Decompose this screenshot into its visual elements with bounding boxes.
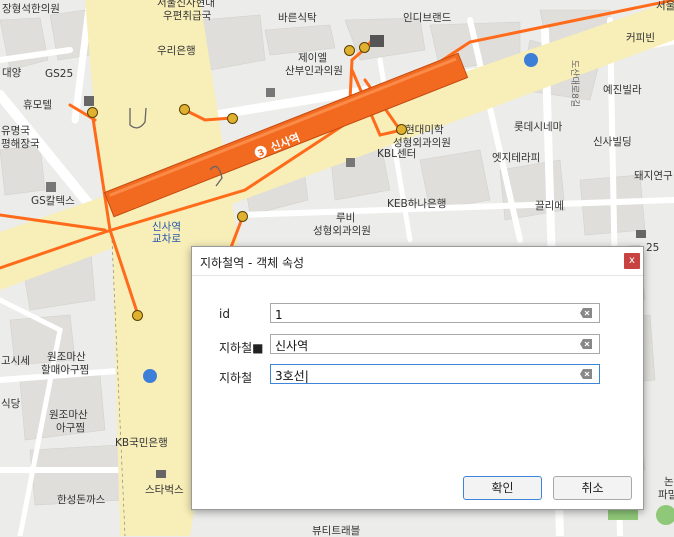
map-label: 바른식탁	[278, 12, 317, 24]
map-label: 25	[646, 242, 660, 254]
map-label: 현대미학	[405, 124, 444, 136]
map-label: 우리은행	[157, 45, 196, 57]
map-label: 제이엘	[298, 52, 327, 64]
map-label: 평해장국	[1, 138, 40, 150]
clear-icon[interactable]	[580, 308, 592, 318]
map-label-intersection: 교차로	[152, 233, 181, 245]
map-label: 커피빈	[626, 32, 655, 44]
map-label: 롯데시네마	[514, 121, 563, 133]
map-label: 서울신사현대	[157, 0, 215, 9]
map-label: 루비	[336, 212, 356, 224]
map-label: GS25	[45, 68, 74, 80]
map-label: 예진빌라	[603, 84, 642, 96]
vertex-node[interactable]	[179, 104, 190, 115]
clear-icon[interactable]	[580, 369, 592, 379]
line-input[interactable]	[271, 366, 575, 385]
map-label-intersection: 신사역	[152, 221, 181, 233]
map-label: KEB하나은행	[387, 198, 447, 210]
map-label: 우편취급국	[163, 10, 212, 22]
field-label-line: 지하철	[219, 371, 253, 385]
map-label: 스타벅스	[145, 484, 184, 496]
map-label: 돼지연구	[634, 170, 673, 182]
map-label: GS칼텍스	[31, 195, 75, 207]
map-label: 파밀	[658, 489, 674, 501]
vertex-node[interactable]	[237, 211, 248, 222]
dialog-title-bar[interactable]: 지하철역 - 객체 속성 x	[192, 247, 643, 276]
road-label: 도산대로8길	[569, 60, 580, 107]
map-label: 신사빌딩	[593, 136, 632, 148]
map-label: 휴모텔	[23, 99, 52, 111]
map-label: 논	[664, 476, 674, 488]
map-label: 뷰티트래블	[312, 525, 361, 537]
vertex-node[interactable]	[359, 42, 370, 53]
map-label: 대양	[2, 67, 22, 79]
map-label: 유명국	[1, 125, 30, 137]
clear-icon[interactable]	[580, 339, 592, 349]
dialog-title: 지하철역 - 객체 속성	[200, 256, 305, 270]
map-label: 인디브랜드	[403, 12, 452, 24]
cancel-button[interactable]: 취소	[553, 476, 632, 500]
vertex-node[interactable]	[132, 310, 143, 321]
map-label: 고시세	[1, 355, 30, 367]
map-label: 성형외과의원	[313, 225, 371, 237]
map-label: 할매아구찜	[41, 364, 90, 376]
map-label: 한성돈까스	[57, 494, 106, 506]
map-label: 산부인과의원	[285, 65, 343, 77]
map-label: 서울	[656, 0, 674, 12]
map-label: 식당	[1, 398, 21, 410]
map-label: KBL센터	[377, 148, 417, 160]
id-input[interactable]	[271, 306, 575, 324]
station-name-field[interactable]	[270, 334, 600, 355]
map-label: 장형석한의원	[2, 3, 60, 15]
station-name-input[interactable]	[271, 336, 575, 355]
map-label: 아구찜	[56, 422, 85, 434]
vertex-node[interactable]	[87, 107, 98, 118]
vertex-node[interactable]	[396, 124, 407, 135]
field-label-id: id	[219, 307, 230, 321]
map-label: 원조마산	[47, 351, 86, 363]
map-label: KB국민은행	[115, 437, 168, 449]
object-properties-dialog: 지하철역 - 객체 속성 x id 지하철■ 지하철 확인 취소	[191, 246, 644, 510]
close-button[interactable]: x	[624, 253, 640, 269]
map-label: 엣지테라피	[492, 152, 541, 164]
vertex-node[interactable]	[344, 45, 355, 56]
map-label: 끌리메	[535, 200, 564, 212]
vertex-node[interactable]	[227, 113, 238, 124]
ok-button[interactable]: 확인	[463, 476, 542, 500]
id-field[interactable]	[270, 303, 600, 324]
line-field[interactable]	[270, 364, 600, 385]
field-label-station-name: 지하철■	[219, 341, 264, 355]
map-label: 원조마산	[49, 409, 88, 421]
